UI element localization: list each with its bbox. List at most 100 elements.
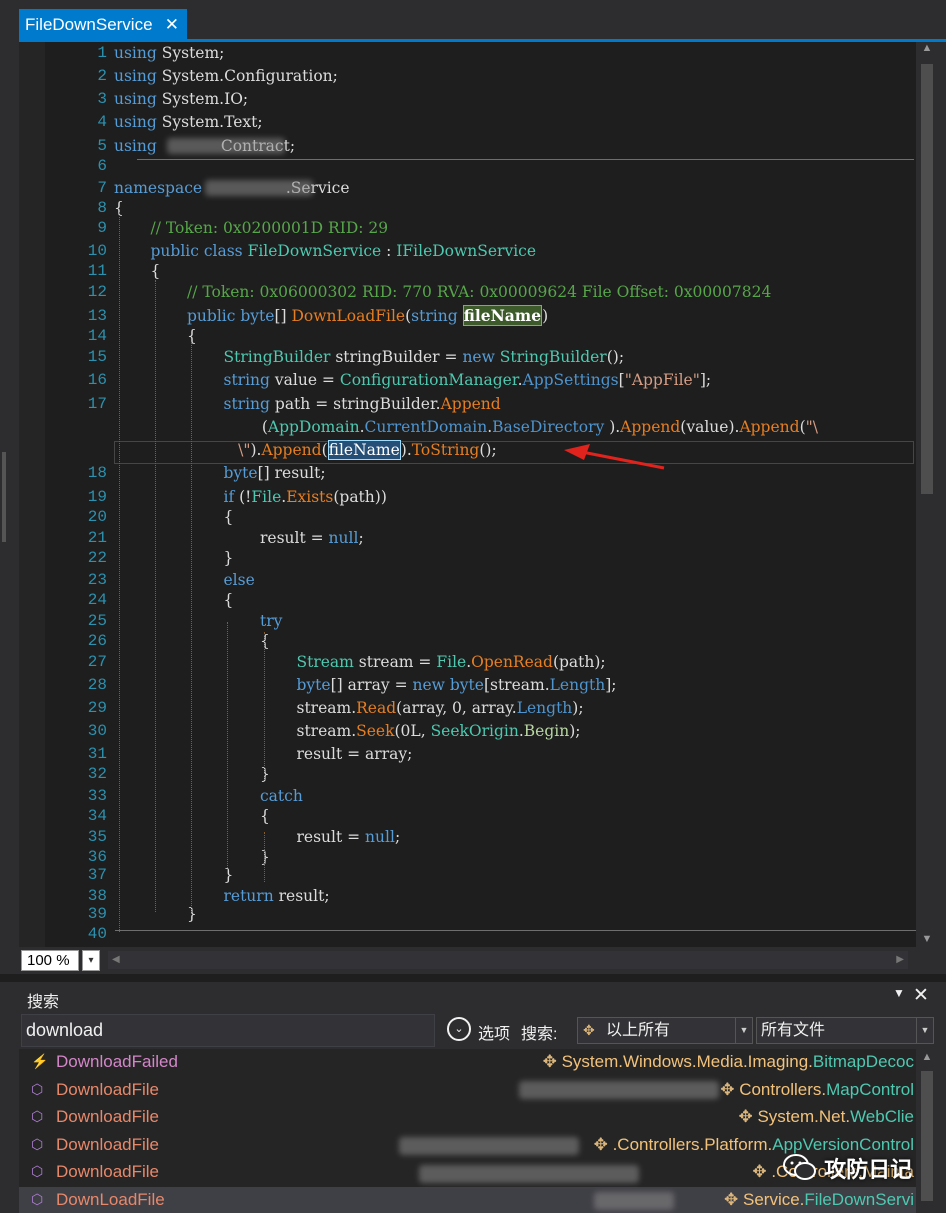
line-number: 9 xyxy=(97,219,107,237)
line-number: 32 xyxy=(87,765,107,783)
method-icon: ⬡ xyxy=(31,1108,44,1124)
scroll-thumb[interactable] xyxy=(921,64,933,494)
line-number: 25 xyxy=(87,612,107,630)
tab-filedownservice[interactable]: FileDownService ✕ xyxy=(19,9,187,40)
zoom-level[interactable]: 100 % xyxy=(21,950,79,971)
current-line-highlight xyxy=(114,441,914,464)
code-line: try xyxy=(260,612,283,630)
line-number: 10 xyxy=(87,242,107,260)
indent-guide xyxy=(119,212,120,932)
result-location: ✥ System.Windows.Media.Imaging.BitmapDec… xyxy=(542,1052,914,1071)
line-number: 2 xyxy=(97,67,107,85)
line-number: 40 xyxy=(87,925,107,943)
line-number: 1 xyxy=(97,44,107,62)
file-filter-select[interactable]: 所有文件 ▼ xyxy=(756,1017,934,1044)
wechat-logo-icon xyxy=(783,1154,816,1180)
editor-vertical-scrollbar[interactable]: ▲ ▼ xyxy=(916,42,938,947)
scroll-right-icon[interactable]: ▶ xyxy=(896,951,904,969)
line-number: 21 xyxy=(87,529,107,547)
code-separator xyxy=(137,159,914,160)
line-number: 22 xyxy=(87,549,107,567)
line-number: 13 xyxy=(87,307,107,325)
red-arrow-annotation xyxy=(564,444,665,470)
search-input[interactable]: download xyxy=(21,1014,435,1047)
line-number: 29 xyxy=(87,699,107,717)
line-number: 3 xyxy=(97,90,107,108)
code-line: stream.Read(array, 0, array.Length); xyxy=(296,699,584,717)
tab-title: FileDownService xyxy=(25,15,153,34)
result-name: DownloadFile xyxy=(56,1107,159,1126)
code-line: (AppDomain.CurrentDomain.BaseDirectory )… xyxy=(261,418,818,436)
code-line: StringBuilder stringBuilder = new String… xyxy=(223,348,625,366)
results-scrollbar[interactable]: ▲ xyxy=(916,1049,938,1213)
redacted-text xyxy=(594,1192,674,1210)
line-number: 19 xyxy=(87,488,107,506)
code-line: if (!File.Exists(path)) xyxy=(223,488,387,506)
line-number: 39 xyxy=(87,905,107,923)
zoom-dropdown-icon[interactable]: ▾ xyxy=(82,950,100,971)
scroll-down-icon[interactable]: ▼ xyxy=(916,933,938,945)
line-number: 33 xyxy=(87,787,107,805)
panel-close-icon[interactable]: ✕ xyxy=(913,984,929,1007)
method-icon: ⬡ xyxy=(31,1163,44,1179)
code-line: } xyxy=(223,866,234,884)
code-line: using System; xyxy=(114,44,225,62)
code-line: } xyxy=(223,549,234,567)
chevron-down-icon: ▼ xyxy=(735,1018,752,1043)
code-line: using System.Text; xyxy=(114,113,263,131)
watermark-text: 攻防日记 xyxy=(824,1157,913,1182)
scroll-left-icon[interactable]: ◀ xyxy=(112,951,120,969)
redacted-text xyxy=(205,180,313,196)
result-name: DownloadFile xyxy=(56,1162,159,1181)
code-line: public class FileDownService : IFileDown… xyxy=(150,242,537,260)
scope-value: 以上所有 xyxy=(606,1022,671,1039)
line-number: 31 xyxy=(87,745,107,763)
search-result-row[interactable]: ⬡ DownloadFile ✥ Controllers.MapControl xyxy=(19,1077,916,1104)
code-line: catch xyxy=(260,787,303,805)
scroll-up-icon[interactable]: ▲ xyxy=(916,1051,938,1063)
redacted-text xyxy=(399,1137,579,1155)
result-location: ✥ Controllers.MapControl xyxy=(720,1079,914,1099)
code-line: return result; xyxy=(223,887,330,905)
line-number: 4 xyxy=(97,113,107,131)
panel-menu-icon[interactable]: ▼ xyxy=(893,986,905,1000)
line-number: 38 xyxy=(87,887,107,905)
code-line: result = null; xyxy=(296,828,401,846)
editor-margin xyxy=(19,42,45,947)
redacted-text xyxy=(419,1165,639,1183)
result-location: ✥ Service.FileDownServi xyxy=(724,1189,914,1209)
code-line: // Token: 0x06000302 RID: 770 RVA: 0x000… xyxy=(187,283,772,301)
code-line: using System.Configuration; xyxy=(114,67,338,85)
code-line: byte[] result; xyxy=(223,464,326,482)
code-line: result = null; xyxy=(260,529,364,547)
search-scope-select[interactable]: ✥ 以上所有 ▼ xyxy=(577,1017,753,1044)
scroll-up-icon[interactable]: ▲ xyxy=(916,42,938,54)
scroll-thumb[interactable] xyxy=(921,1071,933,1201)
line-number: 18 xyxy=(87,464,107,482)
method-icon: ⬡ xyxy=(31,1135,44,1152)
watermark: 攻防日记 xyxy=(782,1152,912,1192)
search-panel-header xyxy=(19,982,946,1012)
line-number: 16 xyxy=(87,371,107,389)
code-line: public byte[] DownLoadFile(string fileNa… xyxy=(187,305,549,326)
code-line: // Token: 0x0200001D RID: 29 xyxy=(150,219,389,237)
code-line: else xyxy=(223,571,255,589)
options-chevron-icon[interactable]: ⌄ xyxy=(447,1017,471,1041)
code-editor[interactable]: 1 using System; 2 using System.Configuratio… xyxy=(19,42,916,947)
search-result-row[interactable]: ⬡ DownloadFile ✥ System.Net.WebClie xyxy=(19,1104,916,1131)
tab-close-icon[interactable]: ✕ xyxy=(165,9,179,40)
line-number: 34 xyxy=(87,807,107,825)
editor-horizontal-scrollbar[interactable]: ◀ ▶ xyxy=(108,951,908,969)
line-number: 36 xyxy=(87,848,107,866)
namespace-icon: ✥ xyxy=(583,1022,595,1038)
line-number: 27 xyxy=(87,653,107,671)
options-label[interactable]: 选项 xyxy=(478,1020,510,1044)
line-number: 17 xyxy=(87,395,107,413)
line-number: 14 xyxy=(87,327,107,345)
indent-guide xyxy=(191,342,192,912)
search-result-row[interactable]: ⚡ DownloadFailed ✥ System.Windows.Media.Im… xyxy=(19,1049,916,1076)
code-line: { xyxy=(223,508,234,526)
line-number: 23 xyxy=(87,571,107,589)
line-number: 24 xyxy=(87,591,107,609)
line-number: 12 xyxy=(87,283,107,301)
